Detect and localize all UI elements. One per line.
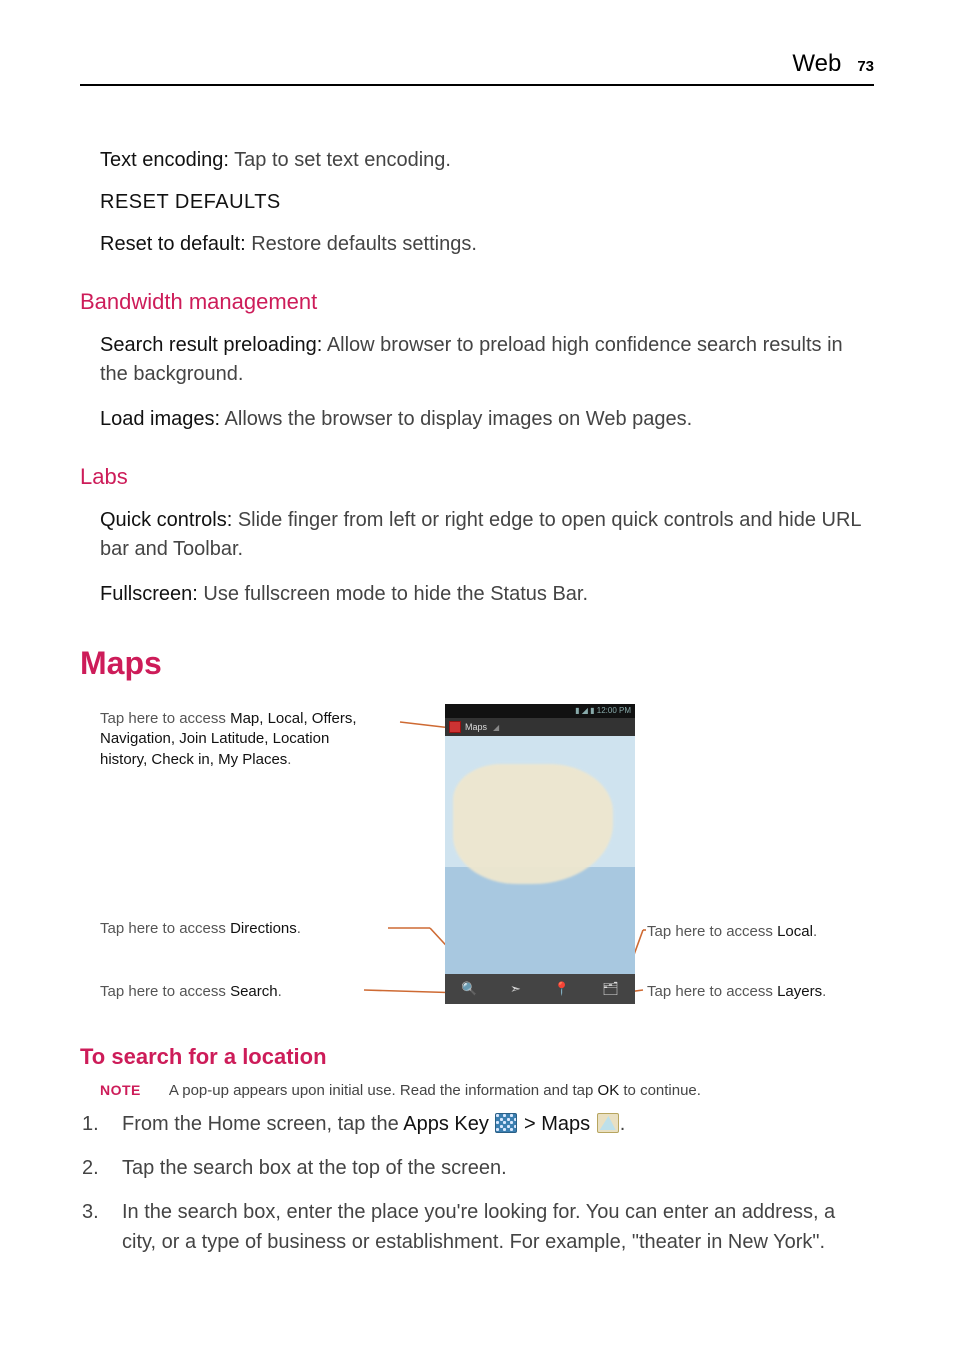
note-row: NOTE A pop-up appears upon initial use. … [100,1082,874,1099]
callout-search: Tap here to access Search. [100,982,282,1002]
reset-default-label: Reset to default: [100,233,246,255]
layers-icon: 🗂 [602,981,619,997]
steps-list: From the Home screen, tap the Apps Key >… [80,1109,874,1257]
apps-key-icon [495,1113,517,1133]
note-ok: OK [598,1082,620,1099]
maps-phone-screenshot: ▮ ◢ ▮ 12:00 PM Maps ◢ 🔍 ➣ 📍 🗂 [445,704,635,1004]
maps-dropdown-caret-icon: ◢ [493,723,499,732]
header-section: Web [792,50,841,78]
header-page-number: 73 [857,58,874,75]
callout-layers-pre: Tap here to access [647,983,777,1000]
step1-end: . [620,1113,626,1135]
callout-layers: Tap here to access Layers. [647,982,826,1002]
labs-heading: Labs [80,464,874,490]
callout-layers-b: Layers [777,983,822,1000]
callout-directions: Tap here to access Directions. [100,919,301,939]
local-icon: 📍 [553,981,569,997]
search-preload-label: Search result preloading: [100,334,322,356]
callout-menu: Tap here to access Map, Local, Offers, N… [100,709,360,770]
load-images-label: Load images: [100,408,220,430]
maps-app-icon [449,721,461,733]
maps-app-inline-icon [597,1113,619,1133]
callout-directions-suffix: . [297,920,301,937]
callout-search-pre: Tap here to access [100,983,230,1000]
note-tag: NOTE [100,1082,141,1099]
callout-local-b: Local [777,923,813,940]
reset-default-line: Reset to default: Restore defaults setti… [100,230,874,259]
map-landmass [453,764,613,884]
step-1: From the Home screen, tap the Apps Key >… [80,1109,874,1139]
text-encoding-line: Text encoding: Tap to set text encoding. [100,146,874,175]
fullscreen-desc: Use fullscreen mode to hide the Status B… [198,583,588,605]
maps-map-area [445,736,635,974]
step-3: In the search box, enter the place you'r… [80,1197,874,1257]
maps-action-bar: 🔍 ➣ 📍 🗂 [445,974,635,1004]
note-text-post: to continue. [619,1082,701,1099]
step1-gt: > [518,1113,541,1135]
note-text: A pop-up appears upon initial use. Read … [169,1082,701,1099]
callout-local: Tap here to access Local. [647,922,817,942]
callout-search-suffix: . [278,983,282,1000]
search-icon: 🔍 [461,981,477,997]
step1-apps-label: Apps Key [403,1113,489,1135]
callout-local-suffix: . [813,923,817,940]
fullscreen-label: Fullscreen: [100,583,198,605]
page-header: Web 73 [80,50,874,86]
quick-controls-line: Quick controls: Slide finger from left o… [100,506,874,564]
load-images-line: Load images: Allows the browser to displ… [100,405,874,434]
quick-controls-label: Quick controls: [100,509,232,531]
text-encoding-desc: Tap to set text encoding. [229,149,451,171]
step-2: Tap the search box at the top of the scr… [80,1153,874,1183]
callout-search-b: Search [230,983,278,1000]
maps-bar-label: Maps [465,722,487,732]
maps-heading: Maps [80,645,874,682]
callout-directions-b: Directions [230,920,297,937]
maps-title-bar: Maps ◢ [445,718,635,736]
callout-local-pre: Tap here to access [647,923,777,940]
callout-menu-suffix: . [287,751,291,768]
bandwidth-heading: Bandwidth management [80,289,874,315]
reset-defaults-heading: RESET DEFAULTS [100,191,874,214]
text-encoding-label: Text encoding: [100,149,229,171]
fullscreen-line: Fullscreen: Use fullscreen mode to hide … [100,580,874,609]
step1-pre: From the Home screen, tap the [122,1113,403,1135]
reset-default-desc: Restore defaults settings. [246,233,477,255]
maps-diagram: Tap here to access Map, Local, Offers, N… [80,704,874,1014]
callout-layers-suffix: . [822,983,826,1000]
note-text-pre: A pop-up appears upon initial use. Read … [169,1082,598,1099]
load-images-desc: Allows the browser to display images on … [220,408,692,430]
callout-menu-pre: Tap here to access [100,710,230,727]
search-preload-line: Search result preloading: Allow browser … [100,331,874,389]
directions-icon: ➣ [510,981,521,997]
step1-maps-label: Maps [541,1113,590,1135]
callout-directions-pre: Tap here to access [100,920,230,937]
search-location-heading: To search for a location [80,1044,874,1070]
phone-status-bar: ▮ ◢ ▮ 12:00 PM [445,704,635,718]
